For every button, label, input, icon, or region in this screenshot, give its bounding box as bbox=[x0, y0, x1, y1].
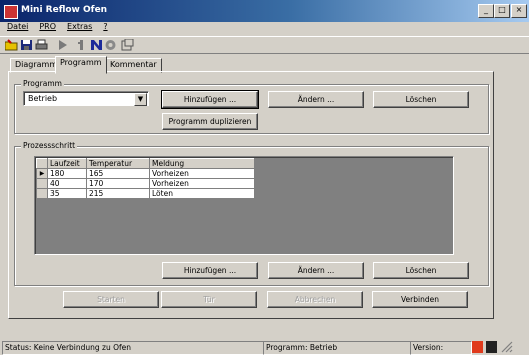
door-button[interactable]: Tür bbox=[161, 291, 257, 308]
cell-laufzeit[interactable]: 180 bbox=[47, 168, 87, 179]
program-change-label: Ändern ... bbox=[297, 95, 335, 104]
status-indicator-dark-icon bbox=[486, 341, 497, 353]
program-select-value: Betrieb bbox=[28, 94, 58, 103]
door-label: Tür bbox=[203, 295, 215, 304]
open-icon[interactable] bbox=[5, 39, 18, 51]
menu-extras[interactable]: Extras bbox=[67, 22, 92, 31]
table-row[interactable]: ▶ 180 165 Vorheizen bbox=[36, 168, 255, 179]
play-icon[interactable] bbox=[56, 39, 69, 51]
process-table[interactable]: Laufzeit Temperatur Meldung ▶ 180 165 Vo… bbox=[34, 156, 454, 255]
step-delete-button[interactable]: Löschen bbox=[373, 262, 469, 279]
step-add-button[interactable]: Hinzufügen ... bbox=[162, 262, 258, 279]
row-selector[interactable] bbox=[36, 188, 48, 199]
program-delete-button[interactable]: Löschen bbox=[373, 91, 469, 108]
prozess-group: Prozessschritt Laufzeit Temperatur Meldu… bbox=[14, 141, 489, 286]
connect-icon[interactable] bbox=[104, 39, 117, 51]
tab-strip: Diagramm Programm Kommentar bbox=[10, 56, 210, 74]
window-title: Mini Reflow Ofen bbox=[21, 5, 108, 15]
programm-panel: Programm Betrieb ▼ Hinzufügen ... Ändern… bbox=[8, 71, 494, 319]
menu-bar: Datei PRO Extras? bbox=[0, 22, 529, 35]
cell-temperatur[interactable]: 165 bbox=[86, 168, 150, 179]
maximize-button[interactable]: □ bbox=[494, 4, 510, 18]
cell-laufzeit[interactable]: 35 bbox=[47, 188, 87, 199]
menu-datei[interactable]: Datei bbox=[7, 22, 28, 31]
process-grid: Laufzeit Temperatur Meldung ▶ 180 165 Vo… bbox=[36, 158, 255, 199]
menu-help[interactable]: ? bbox=[103, 22, 107, 31]
prozess-group-label: Prozessschritt bbox=[21, 141, 78, 150]
row-header-corner bbox=[36, 158, 48, 169]
minimize-button[interactable]: _ bbox=[478, 4, 494, 18]
stop-icon[interactable] bbox=[90, 39, 103, 51]
start-label: Starten bbox=[97, 295, 125, 304]
table-row[interactable]: 40 170 Vorheizen bbox=[36, 178, 255, 189]
step-delete-label: Löschen bbox=[405, 266, 437, 275]
cell-temperatur[interactable]: 170 bbox=[86, 178, 150, 189]
row-selector[interactable] bbox=[36, 178, 48, 189]
title-bar: Mini Reflow Ofen _ □ × bbox=[0, 0, 529, 22]
cell-meldung[interactable]: Vorheizen bbox=[149, 168, 255, 179]
abort-button[interactable]: Abbrechen bbox=[267, 291, 363, 308]
program-add-label: Hinzufügen ... bbox=[183, 95, 237, 104]
step-add-label: Hinzufügen ... bbox=[183, 266, 237, 275]
close-button[interactable]: × bbox=[511, 4, 527, 18]
settings-icon[interactable] bbox=[121, 39, 134, 51]
menu-pro[interactable]: PRO bbox=[39, 22, 56, 31]
cell-meldung[interactable]: Vorheizen bbox=[149, 178, 255, 189]
tab-programm[interactable]: Programm bbox=[55, 56, 107, 74]
program-duplicate-label: Programm duplizieren bbox=[168, 117, 252, 126]
abort-label: Abbrechen bbox=[294, 295, 336, 304]
program-add-button[interactable]: Hinzufügen ... bbox=[161, 90, 259, 109]
connect-label: Verbinden bbox=[401, 295, 439, 304]
start-button[interactable]: Starten bbox=[63, 291, 159, 308]
programm-group-label: Programm bbox=[21, 79, 64, 88]
status-indicator-icon bbox=[472, 341, 483, 353]
door-icon[interactable] bbox=[75, 39, 88, 51]
connect-button[interactable]: Verbinden bbox=[372, 291, 468, 308]
column-laufzeit[interactable]: Laufzeit bbox=[47, 158, 87, 169]
program-select[interactable]: Betrieb ▼ bbox=[23, 91, 149, 106]
program-delete-label: Löschen bbox=[405, 95, 437, 104]
program-change-button[interactable]: Ändern ... bbox=[268, 91, 364, 108]
step-change-label: Ändern ... bbox=[297, 266, 335, 275]
print-icon[interactable] bbox=[35, 39, 48, 51]
row-selector-icon[interactable]: ▶ bbox=[36, 168, 48, 179]
cell-temperatur[interactable]: 215 bbox=[86, 188, 150, 199]
chevron-down-icon[interactable]: ▼ bbox=[134, 93, 147, 106]
app-icon bbox=[4, 5, 18, 19]
status-bar: Status: Keine Verbindung zu Ofen Program… bbox=[0, 340, 529, 355]
table-header-row: Laufzeit Temperatur Meldung bbox=[36, 158, 255, 169]
column-temperatur[interactable]: Temperatur bbox=[86, 158, 150, 169]
cell-meldung[interactable]: Löten bbox=[149, 188, 255, 199]
column-meldung[interactable]: Meldung bbox=[149, 158, 255, 169]
cell-laufzeit[interactable]: 40 bbox=[47, 178, 87, 189]
programm-group: Programm Betrieb ▼ Hinzufügen ... Ändern… bbox=[14, 79, 489, 134]
program-duplicate-button[interactable]: Programm duplizieren bbox=[162, 113, 258, 130]
step-change-button[interactable]: Ändern ... bbox=[268, 262, 364, 279]
save-icon[interactable] bbox=[20, 39, 33, 51]
resize-grip-icon[interactable] bbox=[500, 341, 514, 353]
table-row[interactable]: 35 215 Löten bbox=[36, 188, 255, 199]
toolbar bbox=[0, 36, 529, 54]
